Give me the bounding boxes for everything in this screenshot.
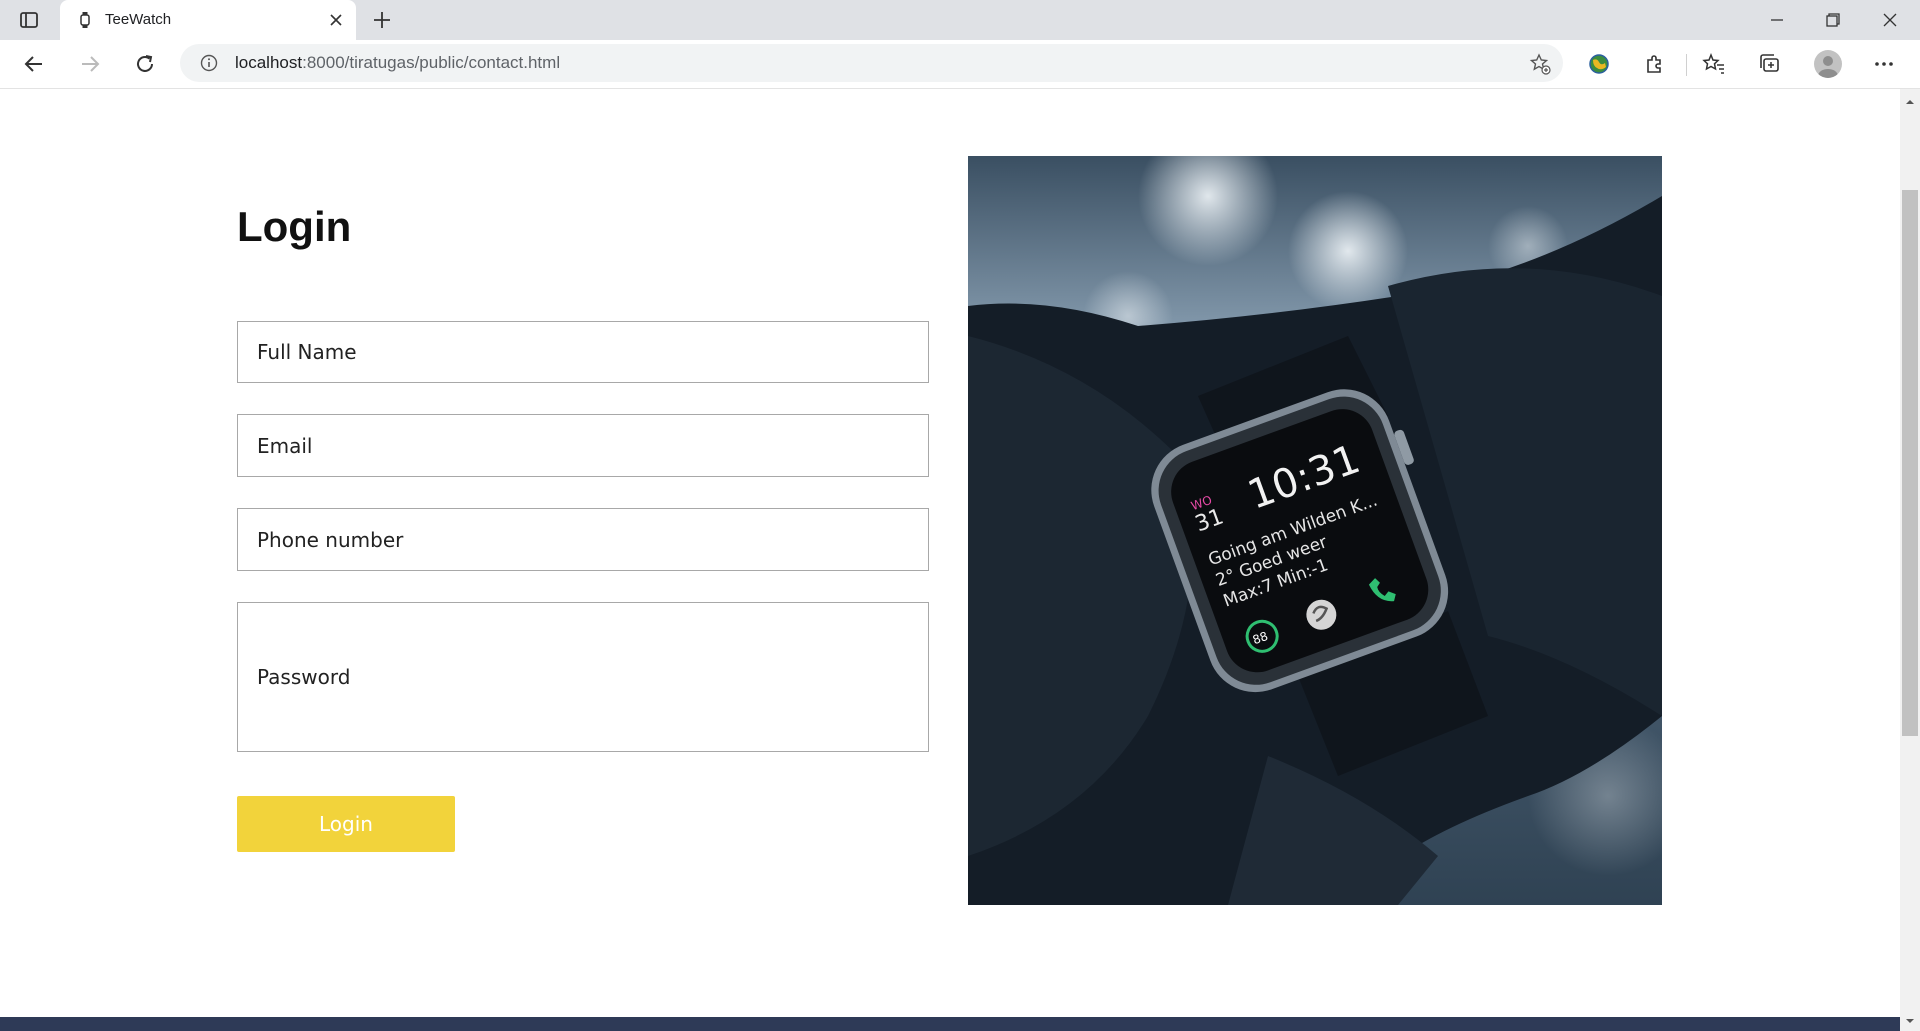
url-host: localhost <box>235 53 303 72</box>
browser-tab[interactable]: TeeWatch <box>60 0 356 40</box>
globe-extension-icon[interactable] <box>1585 50 1613 78</box>
toolbar-divider <box>1686 54 1687 76</box>
info-icon[interactable] <box>200 54 218 72</box>
collections-icon[interactable] <box>1756 50 1784 78</box>
tab-strip: TeeWatch <box>0 0 1920 40</box>
address-bar[interactable]: localhost:8000/tiratugas/public/contact.… <box>180 44 1563 82</box>
scroll-up-arrow-icon[interactable] <box>1903 94 1917 104</box>
favorites-icon[interactable] <box>1700 50 1728 78</box>
back-arrow-icon[interactable] <box>20 50 48 78</box>
url-text[interactable]: localhost:8000/tiratugas/public/contact.… <box>235 53 560 73</box>
watch-favicon-icon <box>76 11 94 29</box>
password-field[interactable]: Password <box>237 602 929 752</box>
url-path: :8000/tiratugas/public/contact.html <box>302 53 561 72</box>
restore-icon[interactable] <box>1818 8 1846 32</box>
more-icon[interactable] <box>1870 50 1898 78</box>
phone-number-field[interactable]: Phone number <box>237 508 929 571</box>
refresh-icon[interactable] <box>131 50 159 78</box>
email-placeholder: Email <box>257 433 313 458</box>
page-content: Login Full Name Email Phone number Passw… <box>0 89 1900 1031</box>
scrollbar-thumb[interactable] <box>1902 190 1918 736</box>
tab-actions-icon[interactable] <box>18 10 40 30</box>
browser-toolbar: localhost:8000/tiratugas/public/contact.… <box>0 40 1920 89</box>
smartwatch-photo: WO 31 10:31 Going am Wilden K... 2° Goed… <box>968 156 1662 905</box>
extension-icon[interactable] <box>1640 50 1668 78</box>
footer-bar <box>0 1017 1900 1031</box>
email-field[interactable]: Email <box>237 414 929 477</box>
phone-placeholder: Phone number <box>257 527 404 552</box>
favorite-add-icon[interactable] <box>1529 53 1551 75</box>
password-placeholder: Password <box>257 665 351 689</box>
forward-arrow-icon[interactable] <box>76 50 104 78</box>
login-button[interactable]: Login <box>237 796 455 852</box>
close-window-icon[interactable] <box>1876 8 1904 32</box>
tab-title: TeeWatch <box>105 11 172 28</box>
profile-avatar[interactable] <box>1814 50 1842 78</box>
close-icon[interactable] <box>328 12 344 28</box>
plus-icon[interactable] <box>370 8 394 32</box>
page-title: Login <box>237 203 352 250</box>
full-name-field[interactable]: Full Name <box>237 321 929 383</box>
full-name-placeholder: Full Name <box>257 340 357 364</box>
scroll-down-arrow-icon[interactable] <box>1903 1013 1917 1023</box>
minimize-icon[interactable] <box>1763 8 1791 32</box>
